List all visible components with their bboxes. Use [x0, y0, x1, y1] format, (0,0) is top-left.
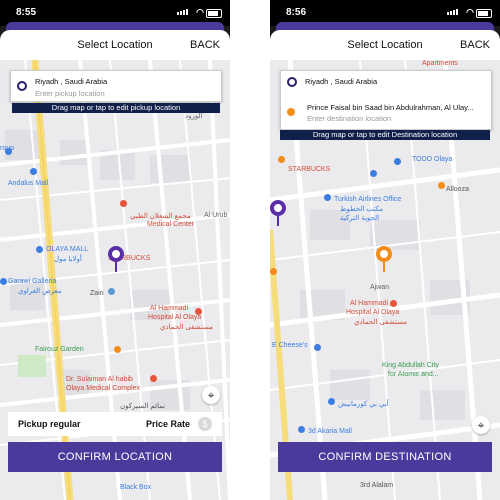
poi-marker[interactable]: [30, 168, 37, 175]
pickup-address[interactable]: Riyadh , Saudi Arabia: [35, 77, 215, 86]
destination-input-placeholder[interactable]: Enter destination location: [307, 114, 391, 123]
destination-address[interactable]: Prince Faisal bin Saad bin Abdulrahman, …: [307, 103, 487, 112]
map-label: Al Urub: [204, 212, 228, 219]
pin-stem: [277, 216, 279, 226]
pickup-input-placeholder[interactable]: Enter pickup location: [35, 89, 105, 98]
map-label: roup: [0, 145, 15, 152]
map-label: Hospital Al Olaya: [148, 314, 202, 321]
back-button[interactable]: BACK: [460, 39, 490, 51]
poi-marker[interactable]: [114, 346, 121, 353]
signal-icon: [177, 9, 188, 15]
right-phone-screen: 8:56 ◠ Select Location BACK Apartments T…: [270, 0, 500, 500]
poi-marker[interactable]: [394, 158, 401, 165]
pickup-ring-icon: [17, 81, 27, 91]
confirm-location-button[interactable]: CONFIRM LOCATION: [8, 442, 222, 472]
map-label: TODO Olaya: [412, 156, 453, 163]
poi-marker[interactable]: [270, 268, 277, 275]
map-label: Fairouz Garden: [35, 346, 84, 353]
pin-head: [376, 246, 392, 262]
poi-marker[interactable]: [298, 426, 305, 433]
map-label: E Cheese's: [272, 342, 308, 349]
map-label: نمائم السيركون: [120, 403, 166, 410]
pickup-pin: [108, 246, 124, 272]
price-info-bar: Pickup regular Price Rate $: [8, 412, 222, 436]
poi-marker[interactable]: [328, 398, 335, 405]
poi-marker[interactable]: [314, 344, 321, 351]
pickup-ring-icon: [287, 77, 297, 87]
map-label: 3rd Alalam: [360, 482, 394, 489]
poi-marker[interactable]: [150, 375, 157, 382]
map-label: Hospital Al Olaya: [346, 309, 400, 316]
status-time: 8:55: [16, 7, 37, 18]
map-label: Al Hammadi: [150, 305, 189, 312]
pickup-type-label: Pickup regular: [18, 419, 81, 429]
wifi-icon: ◠: [466, 7, 474, 17]
map-label: مكتب الخطوط: [340, 206, 383, 213]
map-label: 3d Akaria Mall: [308, 428, 352, 435]
pin-stem: [383, 262, 385, 272]
poi-marker[interactable]: [108, 288, 115, 295]
map-label: King Abdullah City: [382, 362, 439, 369]
destination-dot-icon: [287, 108, 295, 116]
my-location-button[interactable]: ⌖: [472, 416, 490, 434]
battery-icon: [206, 9, 222, 18]
poi-marker[interactable]: [36, 246, 43, 253]
map-label: أبي بي كورمانيش: [338, 401, 389, 408]
pin-head: [108, 246, 124, 262]
poi-marker[interactable]: [0, 278, 7, 285]
pickup-pin: [270, 200, 286, 226]
poi-marker[interactable]: [120, 200, 127, 207]
poi-marker[interactable]: [278, 156, 285, 163]
map-label: Medical Center: [147, 221, 195, 228]
map-label: الجوية التركية: [340, 215, 380, 222]
poi-marker[interactable]: [390, 300, 397, 307]
map-label: الورود: [185, 113, 203, 120]
map-label: أولايا مول: [54, 256, 82, 263]
wifi-icon: ◠: [196, 7, 204, 17]
status-time: 8:56: [286, 7, 307, 18]
map-label: Garawi Galleria: [8, 278, 57, 285]
header-bar: Select Location BACK: [270, 30, 500, 60]
map-label: مجمع الشعلان الطبي: [130, 213, 191, 220]
map-label: Allooza: [446, 186, 469, 193]
pickup-location-card: Riyadh , Saudi Arabia Enter pickup locat…: [10, 70, 222, 102]
header-bar: Select Location BACK: [0, 30, 230, 60]
map-label: OLAYA MALL: [46, 246, 89, 253]
back-button[interactable]: BACK: [190, 39, 220, 51]
pin-stem: [115, 262, 117, 272]
map-label: Olaya Medical Complex: [66, 385, 140, 392]
map-label: Andalus Mall: [8, 180, 49, 187]
poi-marker[interactable]: [324, 194, 331, 201]
battery-icon: [476, 9, 492, 18]
pickup-hint-banner: Drag map or tap to edit pickup location: [12, 103, 220, 113]
map-label: Zain: [90, 290, 104, 297]
left-phone-screen: 8:55 ◠ Select Location BACK roup Andalus…: [0, 0, 230, 500]
my-location-button[interactable]: ⌖: [202, 386, 220, 404]
map-label: مستشفى الحمادي: [160, 324, 214, 331]
signal-icon: [447, 9, 458, 15]
poi-marker[interactable]: [438, 182, 445, 189]
confirm-destination-button[interactable]: CONFIRM DESTINATION: [278, 442, 492, 472]
destination-pin: [376, 246, 392, 272]
map-label: معرض الغراوي: [18, 288, 62, 295]
coin-icon: $: [198, 417, 212, 431]
map-label: Dr. Sulaiman Al habib: [66, 376, 133, 383]
map-label: STARBUCKS: [288, 166, 331, 173]
route-location-card: Riyadh , Saudi Arabia Prince Faisal bin …: [280, 70, 492, 130]
map-label: Turkish Airlines Office: [334, 196, 402, 203]
pickup-address[interactable]: Riyadh , Saudi Arabia: [305, 77, 485, 86]
map-label: for Atomic and...: [388, 371, 439, 378]
map-label: Al Hammadi: [350, 300, 389, 307]
map-label: Apartments: [422, 60, 458, 67]
map-label: Ajwan: [370, 284, 390, 291]
pin-head: [270, 200, 286, 216]
poi-marker[interactable]: [370, 170, 377, 177]
map-label: Black Box: [120, 484, 152, 491]
map-label: مستشفى الحمادي: [354, 319, 408, 326]
destination-hint-banner: Drag map or tap to edit Destination loca…: [280, 130, 490, 140]
price-rate-label[interactable]: Price Rate: [146, 419, 190, 429]
